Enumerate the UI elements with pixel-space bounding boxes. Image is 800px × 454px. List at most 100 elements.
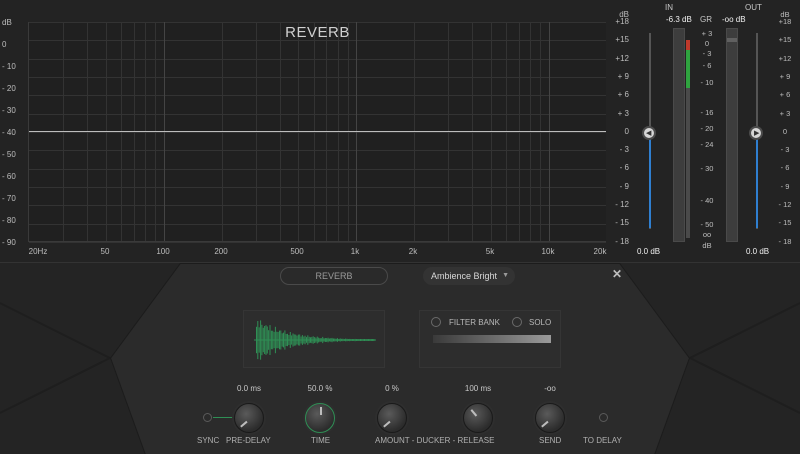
db-tick-label: - 10 [2,62,16,71]
db-tick-label: - 20 [2,84,16,93]
reverb-panel: REVERB Ambience Bright ▼ ✕ FILTER BANK S… [0,262,800,454]
send-label: SEND [539,436,562,445]
waveform-sample [346,338,348,342]
input-gain-value[interactable]: 0.0 dB [637,247,660,256]
gain-tick-label: + 6 [617,90,629,100]
pre-delay-knob[interactable] [234,403,264,433]
waveform-sample [358,339,360,341]
gain-tick-label: +18 [615,17,629,26]
knob-indicator [320,407,322,415]
input-gain-handle[interactable]: ◀ [642,126,656,140]
time-knob[interactable] [305,403,335,433]
release-knob[interactable] [463,403,493,433]
waveform-sample [350,339,352,341]
send-knob[interactable] [535,403,565,433]
gr-tick-label: oo [702,230,712,239]
waveform-sample [303,336,305,344]
eq-curve[interactable] [29,131,606,132]
waveform-sample [266,326,268,354]
db-tick-label: - 90 [2,238,16,247]
waveform-sample [311,336,313,344]
spectrum-graph[interactable]: REVERB [28,22,606,243]
frequency-tick-label: 100 [156,247,170,256]
meter-clip-segment [686,40,690,50]
waveform-sample [260,320,262,360]
filter-bank-toggle[interactable] [431,317,441,327]
waveform-sample [316,336,318,344]
gr-tick-label: - 3 [702,49,712,58]
in-label: IN [665,3,673,12]
waveform-sample [362,339,364,341]
reverb-tab[interactable]: REVERB [280,267,388,285]
gr-tick-label: 0 [704,39,710,48]
gr-tick-label: - 50 [700,220,714,229]
meters-section: IN OUT GR -6.3 dB -oo dB ◀ + 30- 3- 6- 1… [634,0,800,262]
waveform-sample [355,339,357,341]
waveform-sample [339,338,341,342]
output-level-meter [726,28,738,242]
waveform-sample [258,327,260,353]
db-tick-label: - 80 [2,216,16,225]
gain-tick-label: + 3 [617,108,629,118]
waveform-sample [345,338,347,342]
output-tick-label: - 3 [780,145,790,155]
waveform-sample [342,338,344,342]
waveform-sample [373,339,375,341]
meter-green-segment [686,50,690,88]
gain-tick-label: + 9 [617,71,629,81]
output-tick-label: - 6 [780,163,790,173]
waveform-sample [256,326,257,354]
output-tick-label: +12 [778,53,792,63]
frequency-tick-label: 50 [100,247,110,256]
output-tick-label: - 18 [778,236,792,246]
close-icon[interactable]: ✕ [612,267,622,281]
to-delay-toggle[interactable] [599,413,608,422]
output-gain-handle[interactable]: ▶ [749,126,763,140]
amount-knob[interactable] [377,403,407,433]
output-gain-value[interactable]: 0.0 dB [746,247,769,256]
waveform-sample [333,338,334,342]
solo-toggle[interactable] [512,317,522,327]
waveform-sample [349,338,351,342]
sync-label: SYNC [197,436,220,445]
to-delay-label: TO DELAY [583,436,622,445]
pre-delay-value: 0.0 ms [236,384,261,393]
db-tick-label: - 50 [2,150,16,159]
gr-tick-label: - 6 [702,61,712,70]
waveform-sample [331,337,333,343]
waveform-sample [283,332,284,348]
waveform-sample [366,339,368,341]
waveform-sample [277,332,279,349]
waveform-sample [288,335,290,345]
output-tick-label: - 9 [780,181,790,191]
waveform-sample [310,337,311,343]
waveform-sample [270,330,272,350]
out-peak-readout: -oo dB [722,15,746,24]
in-peak-readout: -6.3 dB [666,15,692,24]
waveform-sample [279,330,280,350]
waveform-sample [291,335,293,345]
waveform-sample [301,335,303,345]
sync-toggle[interactable] [203,413,212,422]
frequency-tick-label: 20Hz [28,247,48,256]
solo-label: SOLO [529,318,552,327]
waveform-sample [300,336,302,344]
gain-tick-label: - 15 [615,218,629,228]
waveform-sample [292,333,294,347]
waveform-sample [337,338,338,342]
waveform-sample [306,337,307,343]
waveform-sample [304,335,306,345]
waveform-sample [296,335,298,345]
output-peak-indicator [727,38,737,42]
waveform-sample [264,326,266,354]
waveform-sample [274,326,276,354]
preset-name: Ambience Bright [431,271,498,281]
frequency-tick-label: 200 [214,247,228,256]
frequency-tick-label: 500 [290,247,304,256]
output-gain-fill [756,138,758,228]
preset-dropdown[interactable]: Ambience Bright ▼ [423,267,515,285]
gr-tick-label: - 10 [700,78,714,87]
gr-label: GR [700,15,712,24]
waveform-sample [323,338,325,342]
filter-bank-bar[interactable] [433,335,551,343]
